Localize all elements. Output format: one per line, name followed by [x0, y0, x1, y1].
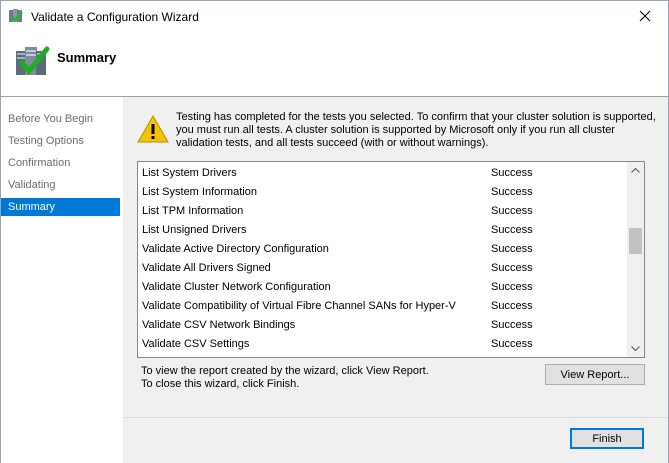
- nav-step-confirmation: Confirmation: [8, 157, 71, 169]
- test-status: Success: [491, 319, 533, 331]
- cluster-validate-icon: [14, 43, 50, 79]
- list-item[interactable]: Validate CSV Settings Success: [141, 335, 629, 354]
- summary-info-text: Testing has completed for the tests you …: [176, 111, 656, 149]
- chevron-down-icon: [631, 346, 640, 351]
- nav-step-before-you-begin: Before You Begin: [8, 113, 94, 125]
- vertical-scrollbar[interactable]: [627, 162, 644, 357]
- test-name: Validate Active Directory Configuration: [142, 243, 329, 255]
- list-item[interactable]: Validate Compatibility of Virtual Fibre …: [141, 297, 629, 316]
- test-name: Validate All Drivers Signed: [142, 262, 271, 274]
- list-item[interactable]: Validate All Drivers Signed Success: [141, 259, 629, 278]
- scroll-down-button[interactable]: [627, 340, 644, 357]
- test-name: Validate CSV Network Bindings: [142, 319, 296, 331]
- test-name: List System Information: [142, 186, 257, 198]
- scroll-thumb[interactable]: [629, 228, 642, 254]
- title-bar: Validate a Configuration Wizard: [1, 1, 668, 32]
- window-title: Validate a Configuration Wizard: [31, 10, 199, 24]
- finish-button[interactable]: Finish: [570, 428, 644, 449]
- close-button[interactable]: [622, 1, 668, 31]
- results-list[interactable]: List System Drivers Success List System …: [137, 161, 645, 358]
- scroll-up-button[interactable]: [627, 162, 644, 179]
- test-status: Success: [491, 338, 533, 350]
- test-name: Validate Cluster Network Configuration: [142, 281, 331, 293]
- test-status: Success: [491, 205, 533, 217]
- view-report-button[interactable]: View Report...: [545, 364, 645, 385]
- list-item[interactable]: List TPM Information Success: [141, 202, 629, 221]
- list-item[interactable]: List System Information Success: [141, 183, 629, 202]
- test-status: Success: [491, 186, 533, 198]
- nav-step-summary: Summary: [1, 198, 120, 216]
- nav-step-validating: Validating: [8, 179, 56, 191]
- close-wizard-hint: To close this wizard, click Finish.: [141, 378, 300, 390]
- nav-step-testing-options: Testing Options: [8, 135, 84, 147]
- list-item[interactable]: Validate CSV Network Bindings Success: [141, 316, 629, 335]
- test-name: List TPM Information: [142, 205, 244, 217]
- test-status: Success: [491, 243, 533, 255]
- list-item[interactable]: Validate Active Directory Configuration …: [141, 240, 629, 259]
- test-status: Success: [491, 224, 533, 236]
- test-status: Success: [491, 167, 533, 179]
- wizard-header: Summary: [1, 32, 668, 96]
- list-item[interactable]: List Unsigned Drivers Success: [141, 221, 629, 240]
- chevron-up-icon: [631, 168, 640, 173]
- page-title: Summary: [57, 50, 117, 65]
- test-name: List System Drivers: [142, 167, 237, 179]
- test-status: Success: [491, 300, 533, 312]
- report-instructions: To view the report created by the wizard…: [141, 365, 429, 391]
- list-item[interactable]: Validate Cluster Network Configuration S…: [141, 278, 629, 297]
- test-name: Validate CSV Settings: [142, 338, 250, 350]
- list-item[interactable]: List System Drivers Success: [141, 164, 629, 183]
- cluster-app-icon: [8, 8, 24, 24]
- wizard-steps-nav: Before You Begin Testing Options Confirm…: [1, 97, 123, 463]
- test-name: List Unsigned Drivers: [142, 224, 247, 236]
- view-report-hint: To view the report created by the wizard…: [141, 365, 429, 377]
- test-status: Success: [491, 281, 533, 293]
- close-icon: [639, 10, 651, 22]
- warning-icon: [137, 114, 169, 144]
- test-status: Success: [491, 262, 533, 274]
- test-name: Validate Compatibility of Virtual Fibre …: [142, 300, 456, 312]
